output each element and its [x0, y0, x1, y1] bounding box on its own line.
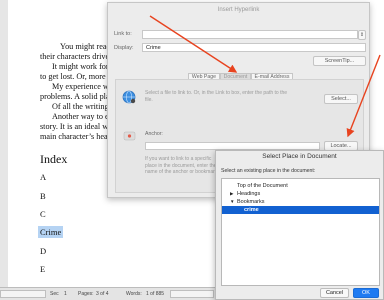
index-letter: D: [40, 246, 47, 256]
ok-button[interactable]: OK: [353, 288, 379, 298]
tree-item-label: Top of the Document: [237, 183, 288, 189]
body-text-line: It might work for: [52, 62, 109, 71]
pages-value: 3 of 4: [96, 291, 109, 297]
body-text-line: problems. A solid plan: [40, 92, 114, 101]
globe-icon: [122, 90, 136, 104]
index-heading: Index: [40, 152, 68, 166]
dialog-title: Insert Hyperlink: [217, 7, 260, 13]
cancel-button[interactable]: Cancel: [320, 288, 349, 298]
dialog-title: Select Place in Document: [262, 153, 337, 160]
select-button[interactable]: Select...: [324, 94, 358, 104]
selected-text[interactable]: Crime: [38, 226, 64, 238]
index-entry-crime[interactable]: Crime: [38, 226, 64, 238]
link-to-label: Link to:: [114, 31, 132, 37]
link-stepper[interactable]: ⇕: [358, 30, 366, 40]
tree-item-crime[interactable]: crime: [222, 206, 379, 214]
body-text-line: Of all the writing t: [52, 102, 113, 111]
disclosure-triangle-icon[interactable]: ▶: [230, 190, 237, 198]
words-label: Words:: [126, 291, 142, 297]
file-hint: Select a file to link to. Or, in the Lin…: [145, 90, 288, 103]
tree-item-headings[interactable]: ▶ Headings: [222, 190, 379, 198]
body-text-line: story. It is an ideal wa: [40, 122, 112, 131]
dialog-prompt: Select an existing place in the document…: [221, 168, 316, 174]
place-tree[interactable]: Top of the Document ▶ Headings ▼ Bookmarks…: [221, 178, 380, 286]
link-to-field[interactable]: [142, 30, 358, 39]
section-label: Sec: [50, 291, 59, 297]
section-value: 1: [64, 291, 67, 297]
tree-item-top-of-document[interactable]: Top of the Document: [222, 182, 379, 190]
body-text-line: Another way to ex: [52, 112, 113, 121]
index-letter: C: [40, 209, 46, 219]
anchor-icon: [123, 131, 136, 141]
status-spacer: [0, 290, 46, 298]
disclosure-triangle-icon[interactable]: ▼: [230, 198, 237, 206]
body-text-line: My experience wa: [52, 82, 113, 91]
index-letter: A: [40, 172, 47, 182]
body-text-line: to get lost. Or, more p: [40, 72, 112, 81]
pages-label: Pages:: [78, 291, 94, 297]
index-letter: E: [40, 264, 46, 274]
index-letter: B: [40, 191, 46, 201]
anchor-label: Anchor:: [145, 131, 163, 137]
display-label: Display:: [114, 45, 134, 51]
body-text-line: main character’s head: [40, 132, 112, 141]
body-text-line: their characters drive: [40, 52, 110, 61]
display-field[interactable]: Crime: [142, 43, 366, 52]
tree-item-label: crime: [244, 207, 259, 213]
tree-item-label: Bookmarks: [237, 199, 265, 205]
tree-item-bookmarks[interactable]: ▼ Bookmarks: [222, 198, 379, 206]
left-margin: [0, 0, 8, 287]
anchor-hint: If you want to link to a specific place …: [145, 156, 219, 175]
tree-item-label: Headings: [237, 191, 261, 197]
screentip-button[interactable]: ScreenTip...: [313, 56, 366, 66]
words-value: 1 of 885: [146, 291, 165, 297]
select-place-dialog: Select Place in Document Select an exist…: [215, 150, 384, 300]
status-spacer: [170, 290, 214, 298]
anchor-field[interactable]: [145, 142, 320, 150]
